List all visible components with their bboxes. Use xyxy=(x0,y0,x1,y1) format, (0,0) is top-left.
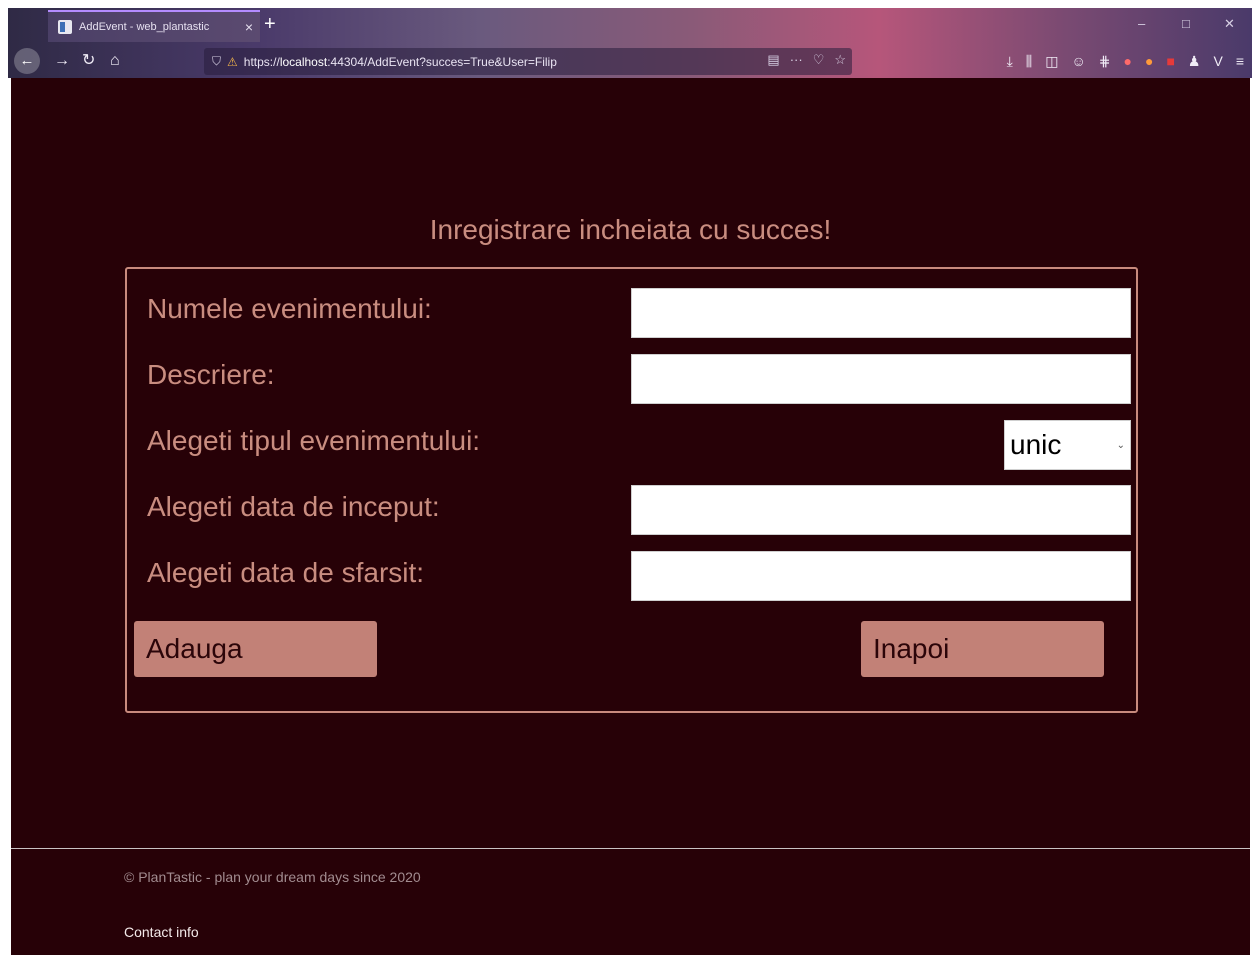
toolbar-icons: ⤓ ⫼ ◫ ☺ ⋕ ● ● ■ ♟ V ≡ xyxy=(1007,53,1244,70)
reader-view-icon[interactable]: ▤ xyxy=(767,52,779,68)
extension-grid-icon[interactable]: ⋕ xyxy=(1099,53,1111,70)
extension-orange-icon[interactable]: ● xyxy=(1145,53,1153,70)
description-input[interactable] xyxy=(631,354,1131,404)
sidebar-icon[interactable]: ◫ xyxy=(1045,53,1058,70)
success-message: Inregistrare incheiata cu succes! xyxy=(429,214,832,245)
tab-close-icon[interactable]: × xyxy=(238,19,260,35)
shield-icon[interactable]: ⛉ xyxy=(212,54,221,69)
insecure-warning-icon[interactable]: ⚠ xyxy=(227,55,238,69)
event-name-label: Numele evenimentului: xyxy=(147,293,432,324)
url-text[interactable]: https://localhost:44304/AddEvent?succes=… xyxy=(244,55,557,69)
page-content: Inregistrare incheiata cu succes! Numele… xyxy=(11,78,1250,955)
back-button[interactable]: Inapoi xyxy=(861,621,1104,677)
event-type-select[interactable]: unic ⌄ xyxy=(1004,420,1131,470)
end-date-label: Alegeti data de sfarsit: xyxy=(147,557,425,588)
add-button[interactable]: Adauga xyxy=(134,621,377,677)
close-window-button[interactable]: ✕ xyxy=(1224,16,1235,32)
add-event-form: Numele evenimentului: Descriere: Alegeti… xyxy=(125,267,1138,713)
navigation-toolbar: ← → ↻ ⌂ ⛉ ⚠ https://localhost:44304/AddE… xyxy=(8,44,1252,78)
reload-icon[interactable]: ↻ xyxy=(82,51,95,71)
chevron-down-icon: ⌄ xyxy=(1116,439,1125,451)
forward-arrow-icon[interactable]: → xyxy=(54,51,70,71)
maximize-button[interactable]: □ xyxy=(1182,16,1190,31)
new-tab-button[interactable]: + xyxy=(264,14,276,34)
home-icon[interactable]: ⌂ xyxy=(110,51,120,71)
description-label: Descriere: xyxy=(147,359,275,390)
menu-icon[interactable]: ≡ xyxy=(1236,53,1244,70)
minimize-button[interactable]: – xyxy=(1138,16,1145,31)
extension-shield-icon[interactable]: ● xyxy=(1124,53,1132,70)
bookmark-star-icon[interactable]: ☆ xyxy=(834,52,846,68)
extension-v-icon[interactable]: V xyxy=(1213,53,1222,70)
event-type-label: Alegeti tipul evenimentului: xyxy=(147,425,481,456)
account-icon[interactable]: ☺ xyxy=(1071,53,1085,70)
event-name-input[interactable] xyxy=(631,288,1131,338)
end-date-input[interactable] xyxy=(631,551,1131,601)
extension-red-icon[interactable]: ■ xyxy=(1166,53,1174,70)
pocket-icon[interactable]: ♡ xyxy=(813,52,825,68)
extension-user-icon[interactable]: ♟ xyxy=(1188,53,1201,70)
back-arrow-icon[interactable]: ← xyxy=(14,48,40,74)
start-date-input[interactable] xyxy=(631,485,1131,535)
download-icon[interactable]: ⤓ xyxy=(1007,53,1013,70)
url-actions: ▤ ··· ♡ ☆ xyxy=(767,52,846,68)
page-favicon-icon xyxy=(58,20,72,34)
browser-chrome: AddEvent - web_plantastic × + – □ ✕ ← → … xyxy=(8,8,1252,78)
footer-copyright: © PlanTastic - plan your dream days sinc… xyxy=(124,869,421,885)
footer-divider xyxy=(11,848,1250,849)
page-actions-icon[interactable]: ··· xyxy=(790,52,803,68)
tab-title: AddEvent - web_plantastic xyxy=(79,21,210,33)
contact-info-link[interactable]: Contact info xyxy=(124,924,199,940)
address-bar[interactable]: ⛉ ⚠ https://localhost:44304/AddEvent?suc… xyxy=(204,48,852,75)
event-type-value: unic xyxy=(1010,429,1062,460)
library-icon[interactable]: ⫼ xyxy=(1026,53,1032,70)
browser-tab[interactable]: AddEvent - web_plantastic × xyxy=(48,10,260,42)
start-date-label: Alegeti data de inceput: xyxy=(147,491,440,522)
